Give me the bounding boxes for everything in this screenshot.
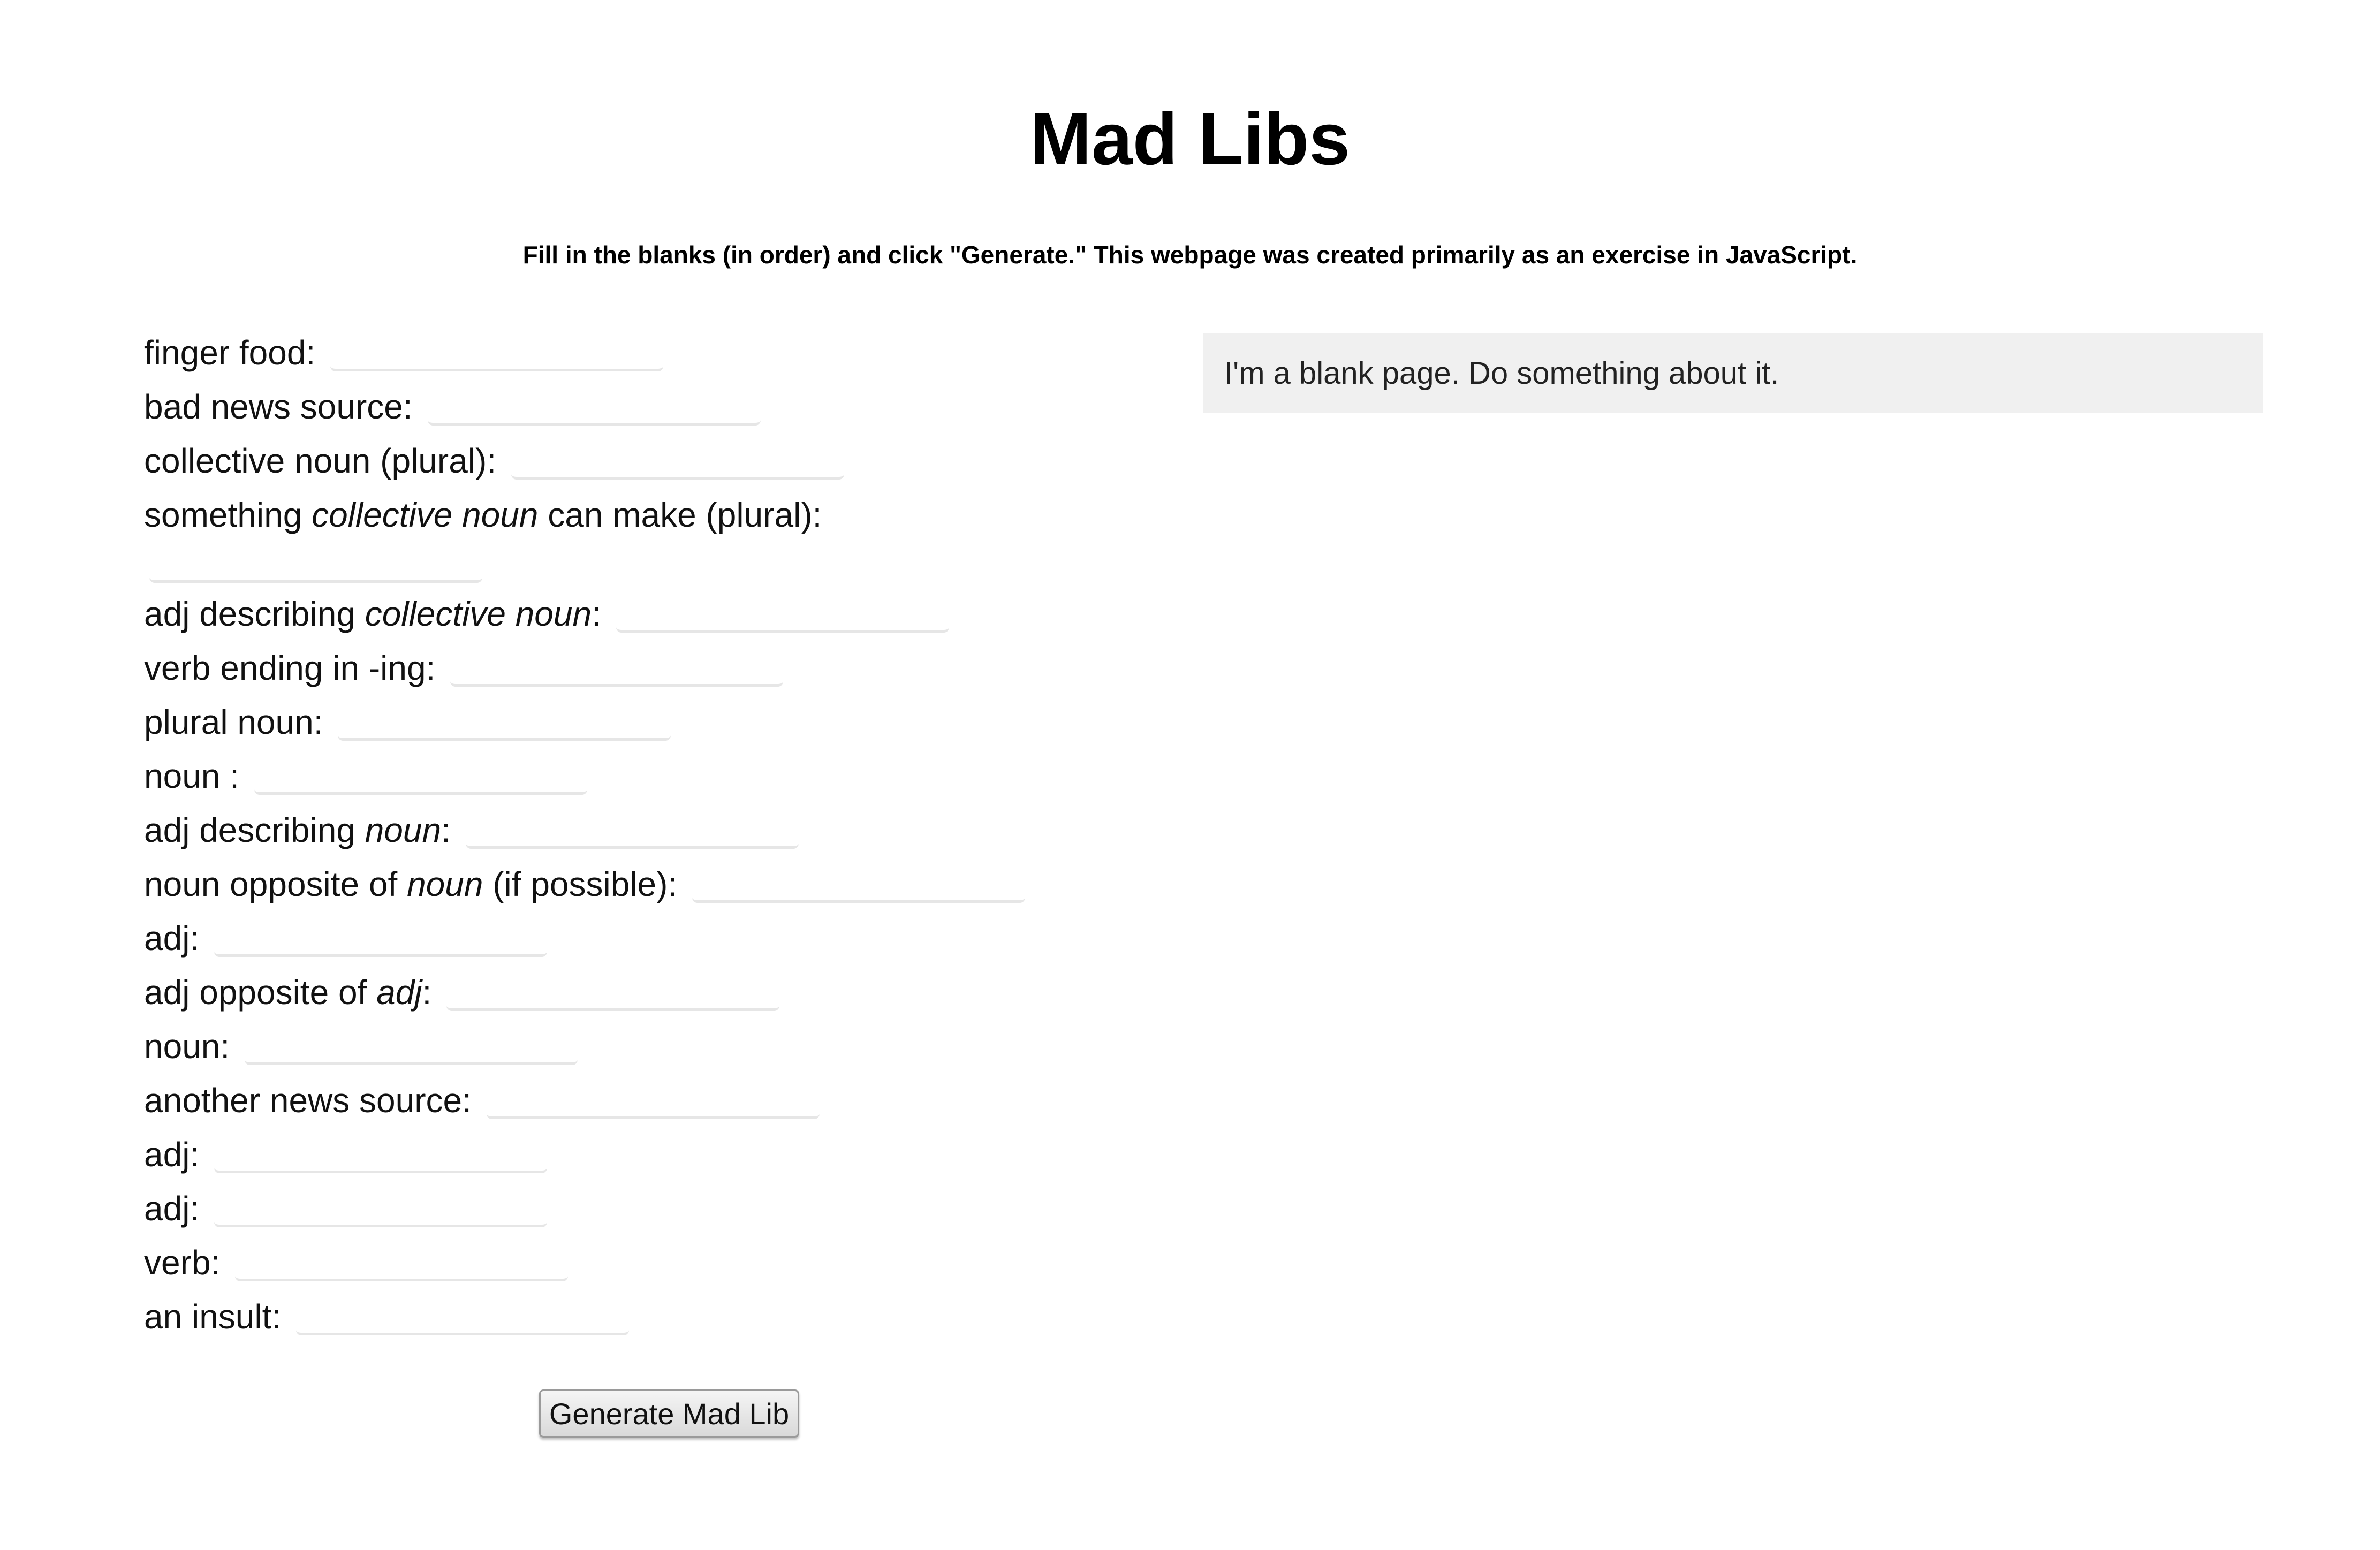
field-row-noun-2: noun:	[144, 1019, 1161, 1073]
field-label: noun:	[144, 1027, 230, 1066]
finger-food-input[interactable]	[330, 333, 664, 371]
field-label: an insult:	[144, 1297, 282, 1336]
field-row-noun: noun :	[144, 749, 1161, 803]
output-text: I'm a blank page. Do something about it.	[1224, 355, 1779, 391]
adj-describing-noun-input[interactable]	[465, 811, 799, 849]
field-label: bad news source:	[144, 387, 413, 426]
adj-2-input[interactable]	[214, 1135, 548, 1173]
field-row-finger-food: finger food:	[144, 325, 1161, 379]
field-row-adj-2: adj:	[144, 1127, 1161, 1181]
field-row-noun-opposite: noun opposite of noun (if possible):	[144, 857, 1161, 911]
field-row-insult: an insult:	[144, 1289, 1161, 1343]
verb-input[interactable]	[235, 1243, 569, 1281]
field-label: noun :	[144, 756, 239, 795]
field-row-another-news-source: another news source:	[144, 1073, 1161, 1127]
field-row-adj-opposite: adj opposite of adj:	[144, 965, 1161, 1019]
adj-3-input[interactable]	[214, 1189, 548, 1227]
field-label: adj opposite of adj:	[144, 972, 432, 1012]
field-row-verb: verb:	[144, 1235, 1161, 1289]
field-label: adj describing collective noun:	[144, 594, 601, 633]
insult-input[interactable]	[296, 1297, 630, 1335]
field-row-bad-news-source: bad news source:	[144, 379, 1161, 434]
field-row-adj-describing-collective-noun: adj describing collective noun:	[144, 587, 1161, 641]
bad-news-source-input[interactable]	[427, 388, 761, 426]
field-row-adj: adj:	[144, 911, 1161, 965]
field-label: plural noun:	[144, 702, 323, 741]
field-row-adj-describing-noun: adj describing noun:	[144, 803, 1161, 857]
another-news-source-input[interactable]	[486, 1081, 820, 1119]
something-collective-noun-can-make-input[interactable]	[149, 545, 482, 583]
field-row-verb-ing: verb ending in -ing:	[144, 641, 1161, 695]
noun-opposite-input[interactable]	[692, 865, 1026, 903]
adj-opposite-input[interactable]	[446, 973, 780, 1011]
adj-input[interactable]	[214, 919, 548, 957]
madlib-form: finger food: bad news source: collective…	[144, 325, 1161, 1343]
field-label: adj:	[144, 1189, 200, 1228]
field-label: collective noun (plural):	[144, 441, 497, 480]
field-label: adj describing noun:	[144, 810, 451, 849]
field-label: something collective noun can make (plur…	[144, 495, 822, 534]
generate-mad-lib-button[interactable]: Generate Mad Lib	[539, 1389, 799, 1438]
page-title: Mad Libs	[1029, 98, 1351, 180]
field-label: verb ending in -ing:	[144, 648, 436, 687]
field-label: adj:	[144, 1135, 200, 1174]
field-label: another news source:	[144, 1081, 472, 1120]
field-row-adj-3: adj:	[144, 1181, 1161, 1235]
field-label: verb:	[144, 1243, 221, 1282]
adj-describing-collective-noun-input[interactable]	[616, 595, 949, 633]
field-row-plural-noun: plural noun:	[144, 695, 1161, 749]
field-label: noun opposite of noun (if possible):	[144, 864, 678, 903]
madlib-output-panel: I'm a blank page. Do something about it.	[1203, 333, 2263, 413]
page-subtitle: Fill in the blanks (in order) and click …	[522, 241, 1858, 269]
noun-input[interactable]	[254, 757, 587, 795]
field-row-something-collective-noun-can-make: something collective noun can make (plur…	[144, 488, 1161, 542]
plural-noun-input[interactable]	[338, 703, 671, 741]
field-label: adj:	[144, 918, 200, 958]
field-row-collective-noun: collective noun (plural):	[144, 434, 1161, 488]
collective-noun-input[interactable]	[511, 442, 845, 480]
field-row-wrapped-input	[144, 542, 1161, 587]
field-label: finger food:	[144, 333, 316, 372]
verb-ending-ing-input[interactable]	[450, 649, 784, 687]
noun-2-input[interactable]	[245, 1027, 578, 1065]
